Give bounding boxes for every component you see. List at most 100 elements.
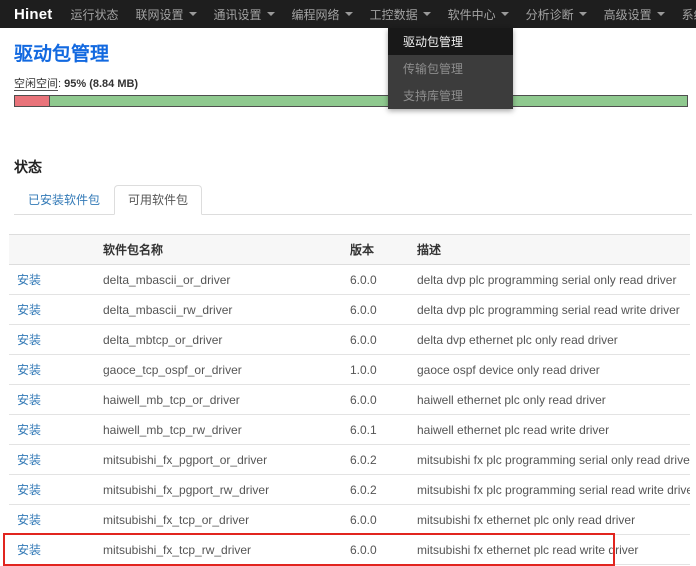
install-link[interactable]: 安装 [17,363,41,377]
table-row: 安装 delta_mbascii_or_driver 6.0.0 delta d… [9,265,690,295]
caret-down-icon [657,12,665,16]
package-name: gaoce_tcp_ospf_or_driver [95,355,342,385]
table-row-highlighted: 安装 mitsubishi_fx_tcp_rw_driver 6.0.0 mit… [9,535,690,565]
package-name: delta_mbascii_or_driver [95,265,342,295]
menu-item-support-library-mgmt[interactable]: 支持库管理 [388,82,513,109]
install-cell: 安装 [9,505,95,535]
package-description: delta dvp plc programming serial only re… [409,265,690,295]
col-header-package-name: 软件包名称 [95,235,342,265]
nav-item-software-center[interactable]: 软件中心 [448,6,509,23]
package-version: 6.0.0 [342,295,409,325]
table-row: 安装 delta_mbtcp_or_driver 6.0.0 delta dvp… [9,325,690,355]
table-row: 安装 gaoce_tcp_ospf_or_driver 1.0.0 gaoce … [9,355,690,385]
nav-menu: 运行状态 联网设置 通讯设置 编程网络 工控数据 软件中心 分析诊断 高级设置 … [71,6,696,23]
table-row: 安装 mitsubishi_fx_pgport_rw_driver 6.0.2 … [9,475,690,505]
caret-down-icon [501,12,509,16]
navbar: Hinet 运行状态 联网设置 通讯设置 编程网络 工控数据 软件中心 分析诊断… [0,0,696,28]
install-cell: 安装 [9,445,95,475]
caret-down-icon [345,12,353,16]
main-content: 驱动包管理 空闲空间: 95% (8.84 MB) 状态 已安装软件包 可用软件… [0,44,696,565]
package-description: mitsubishi fx plc programming serial onl… [409,445,690,475]
install-link[interactable]: 安装 [17,303,41,317]
caret-down-icon [189,12,197,16]
caret-down-icon [423,12,431,16]
package-name: mitsubishi_fx_tcp_or_driver [95,505,342,535]
package-description: gaoce ospf device only read driver [409,355,690,385]
install-link[interactable]: 安装 [17,393,41,407]
package-version: 6.0.2 [342,445,409,475]
package-name: delta_mbtcp_or_driver [95,325,342,355]
nav-item-advanced-settings[interactable]: 高级设置 [604,6,665,23]
package-version: 6.0.0 [342,505,409,535]
status-heading: 状态 [14,159,682,176]
tab-installed-packages[interactable]: 已安装软件包 [14,185,114,215]
package-description: mitsubishi fx plc programming serial rea… [409,475,690,505]
install-link[interactable]: 安装 [17,453,41,467]
brand-logo[interactable]: Hinet [14,6,53,23]
package-name: haiwell_mb_tcp_rw_driver [95,415,342,445]
tab-available-packages[interactable]: 可用软件包 [114,185,202,215]
package-description: mitsubishi fx ethernet plc only read dri… [409,505,690,535]
install-cell: 安装 [9,475,95,505]
install-cell: 安装 [9,355,95,385]
install-link[interactable]: 安装 [17,423,41,437]
install-cell: 安装 [9,415,95,445]
package-table-wrap: 软件包名称 版本 描述 安装 delta_mbascii_or_driver 6… [9,234,690,565]
package-version: 1.0.0 [342,355,409,385]
package-description: delta dvp ethernet plc only read driver [409,325,690,355]
nav-item-running-status[interactable]: 运行状态 [71,6,119,23]
table-row: 安装 haiwell_mb_tcp_or_driver 6.0.0 haiwel… [9,385,690,415]
install-cell: 安装 [9,295,95,325]
disk-free-segment [50,96,687,106]
table-row: 安装 mitsubishi_fx_pgport_or_driver 6.0.2 … [9,445,690,475]
nav-item-comm-settings[interactable]: 通讯设置 [214,6,275,23]
free-space-value: 95% (8.84 MB) [64,78,138,90]
nav-item-programming-network[interactable]: 编程网络 [292,6,353,23]
package-version: 6.0.0 [342,535,409,565]
page-title: 驱动包管理 [14,44,682,66]
disk-used-segment [15,96,50,106]
free-space-colon: : [58,78,61,90]
install-cell: 安装 [9,325,95,355]
caret-down-icon [267,12,275,16]
nav-item-industrial-data[interactable]: 工控数据 [370,6,431,23]
free-space-text: 空闲空间: 95% (8.84 MB) [14,78,682,91]
install-cell: 安装 [9,385,95,415]
package-name: mitsubishi_fx_pgport_rw_driver [95,475,342,505]
install-link[interactable]: 安装 [17,483,41,497]
install-link[interactable]: 安装 [17,333,41,347]
col-header-version: 版本 [342,235,409,265]
page: Hinet 运行状态 联网设置 通讯设置 编程网络 工控数据 软件中心 分析诊断… [0,0,696,566]
install-cell: 安装 [9,535,95,565]
package-description: haiwell ethernet plc only read driver [409,385,690,415]
package-version: 6.0.0 [342,385,409,415]
package-version: 6.0.0 [342,325,409,355]
nav-item-network-settings[interactable]: 联网设置 [136,6,197,23]
package-description: haiwell ethernet plc read write driver [409,415,690,445]
package-name: mitsubishi_fx_tcp_rw_driver [95,535,342,565]
package-name: delta_mbascii_rw_driver [95,295,342,325]
nav-item-analysis-diagnosis[interactable]: 分析诊断 [526,6,587,23]
package-name: haiwell_mb_tcp_or_driver [95,385,342,415]
package-name: mitsubishi_fx_pgport_or_driver [95,445,342,475]
package-description: delta dvp plc programming serial read wr… [409,295,690,325]
col-header-action [9,235,95,265]
install-link[interactable]: 安装 [17,513,41,527]
package-version: 6.0.2 [342,475,409,505]
table-row: 安装 delta_mbascii_rw_driver 6.0.0 delta d… [9,295,690,325]
package-tabs: 已安装软件包 可用软件包 [14,185,692,215]
package-version: 6.0.1 [342,415,409,445]
col-header-description: 描述 [409,235,690,265]
nav-item-system-settings[interactable]: 系统设置 [682,6,696,23]
table-row: 安装 mitsubishi_fx_tcp_or_driver 6.0.0 mit… [9,505,690,535]
menu-item-transfer-package-mgmt[interactable]: 传输包管理 [388,55,513,82]
disk-usage-bar [14,95,688,107]
install-link[interactable]: 安装 [17,543,41,557]
install-cell: 安装 [9,265,95,295]
install-link[interactable]: 安装 [17,273,41,287]
free-space-label: 空闲空间 [14,78,58,91]
package-version: 6.0.0 [342,265,409,295]
package-description: mitsubishi fx ethernet plc read write dr… [409,535,690,565]
menu-item-driver-package-mgmt[interactable]: 驱动包管理 [388,28,513,55]
software-center-dropdown: 驱动包管理 传输包管理 支持库管理 [388,28,513,109]
